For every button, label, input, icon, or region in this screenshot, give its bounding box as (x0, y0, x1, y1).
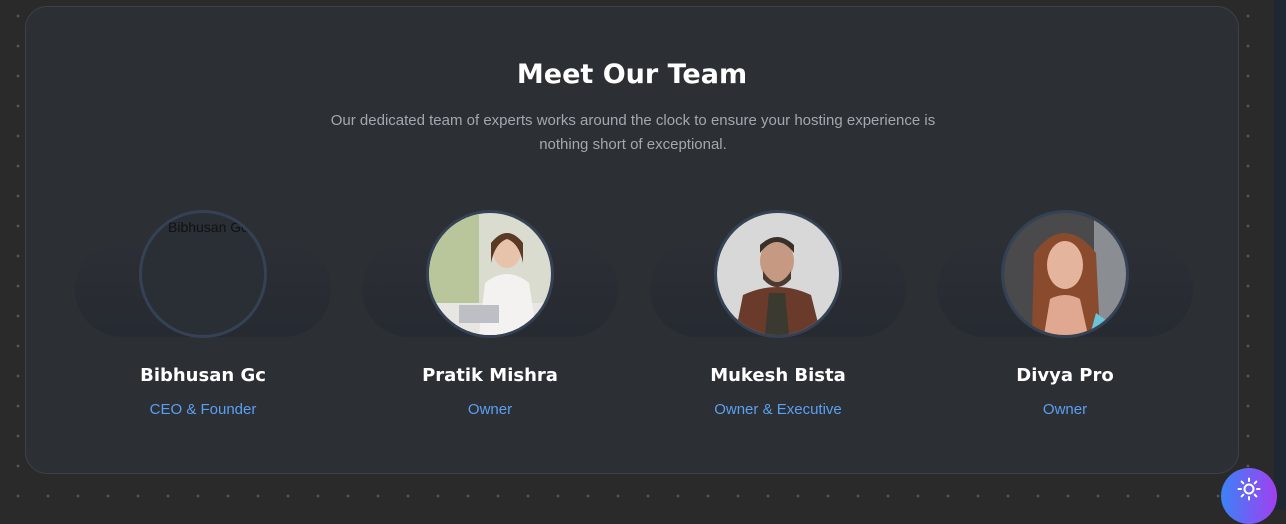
member-name: Pratik Mishra (422, 365, 558, 386)
section-title: Meet Our Team (516, 59, 748, 90)
member-role: Owner & Executive (714, 401, 842, 418)
avatar: Bibhusan Gc (139, 210, 267, 338)
avatar-photo (429, 213, 551, 335)
avatar-photo (717, 213, 839, 335)
member-role: Owner (1042, 401, 1088, 418)
theme-toggle-button[interactable] (1221, 468, 1277, 524)
section-subtitle: Our dedicated team of experts works arou… (330, 112, 936, 153)
avatar-photo (1004, 213, 1126, 335)
team-member-card: Divya Pro Owner (937, 197, 1193, 427)
avatar-alt-text: Bibhusan Gc (168, 219, 249, 235)
team-member-card: Bibhusan Gc Bibhusan Gc CEO & Founder (75, 197, 331, 427)
member-role: CEO & Founder (149, 401, 257, 418)
scrollbar-track (1274, 0, 1286, 510)
avatar (1001, 210, 1129, 338)
avatar (714, 210, 842, 338)
member-name: Bibhusan Gc (140, 365, 266, 386)
sun-icon (1237, 477, 1261, 501)
avatar (426, 210, 554, 338)
team-member-card: Mukesh Bista Owner & Executive (650, 197, 906, 427)
team-member-card: Pratik Mishra Owner (362, 197, 618, 427)
member-role: Owner (467, 401, 513, 418)
team-section: Meet Our Team Our dedicated team of expe… (25, 6, 1239, 474)
member-name: Mukesh Bista (710, 365, 846, 386)
member-name: Divya Pro (1016, 365, 1114, 386)
